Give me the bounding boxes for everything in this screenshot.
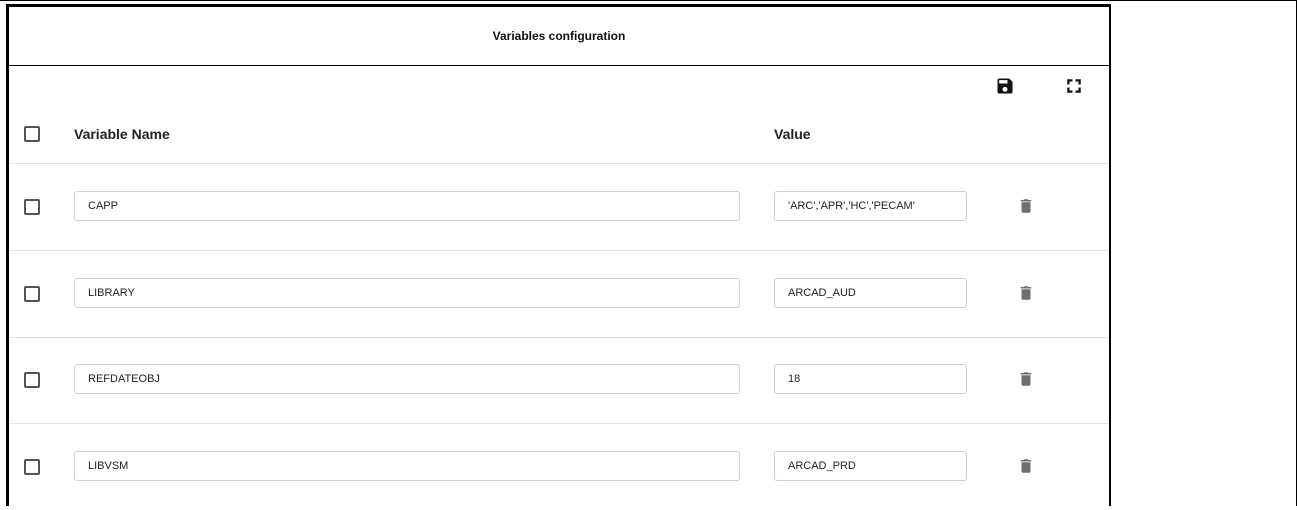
dialog-header: Variables configuration [9, 7, 1109, 66]
row-checkbox[interactable] [24, 459, 40, 475]
fullscreen-button[interactable] [1062, 74, 1086, 98]
variable-name-input[interactable] [74, 191, 740, 221]
variable-value-input[interactable] [774, 191, 967, 221]
row-checkbox[interactable] [24, 199, 40, 215]
table-row [9, 337, 1109, 424]
column-header-value: Value [774, 126, 811, 142]
variable-value-input[interactable] [774, 451, 967, 481]
trash-icon[interactable] [1017, 455, 1035, 477]
save-icon [997, 78, 1013, 94]
column-header-variable-name: Variable Name [74, 126, 170, 142]
select-all-checkbox[interactable] [24, 126, 40, 142]
table-row [9, 251, 1109, 338]
save-button[interactable] [993, 74, 1017, 98]
variables-configuration-panel: Variables configuration Variable Name Va… [6, 4, 1111, 506]
table-row [9, 164, 1109, 251]
variable-name-input[interactable] [74, 278, 740, 308]
row-checkbox[interactable] [24, 286, 40, 302]
table-row [9, 424, 1109, 510]
variable-name-input[interactable] [74, 451, 740, 481]
variable-value-input[interactable] [774, 278, 967, 308]
trash-icon[interactable] [1017, 282, 1035, 304]
trash-icon[interactable] [1017, 195, 1035, 217]
dialog-title: Variables configuration [492, 29, 626, 43]
variable-name-input[interactable] [74, 364, 740, 394]
trash-icon[interactable] [1017, 368, 1035, 390]
table-header: Variable Name Value [9, 104, 1109, 164]
row-checkbox[interactable] [24, 372, 40, 388]
fullscreen-icon [1067, 79, 1081, 93]
toolbar [9, 66, 1109, 104]
variable-value-input[interactable] [774, 364, 967, 394]
